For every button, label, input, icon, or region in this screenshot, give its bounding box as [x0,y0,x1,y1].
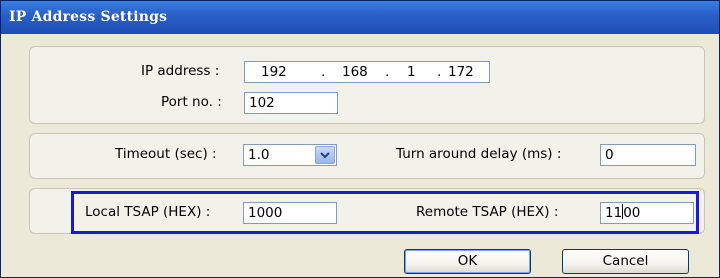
ip-dot-2: . [385,64,390,80]
remote-tsap-input[interactable]: 1100 [600,202,694,224]
turnaround-delay-input[interactable]: 0 [600,144,696,166]
timeout-dropdown-button[interactable] [315,146,335,164]
port-label: Port no. : [161,94,222,110]
ok-button[interactable]: OK [404,249,531,274]
title-bar[interactable]: IP Address Settings [1,1,719,34]
ip-address-label: IP address : [141,63,220,79]
remote-tsap-label: Remote TSAP (HEX) : [416,204,559,220]
port-input[interactable]: 102 [244,92,338,114]
remote-tsap-value-start: 11 [605,205,623,221]
local-tsap-label: Local TSAP (HEX) : [85,204,211,220]
timeout-label: Timeout (sec) : [115,146,217,162]
dialog-title: IP Address Settings [9,9,168,25]
ip-dot-1: . [321,64,326,80]
ip-octet-4[interactable]: 172 [448,62,474,82]
chevron-down-icon [320,152,330,159]
turnaround-delay-label: Turn around delay (ms) : [396,146,562,162]
timeout-value: 1.0 [248,147,270,163]
timeout-select[interactable]: 1.0 [243,144,337,166]
cancel-button[interactable]: Cancel [562,249,689,274]
ip-octet-3[interactable]: 1 [407,62,416,82]
ip-address-settings-dialog: IP Address Settings IP address : 192 . 1… [0,0,720,278]
ip-address-input[interactable]: 192 . 168 . 1 . 172 [244,61,490,83]
network-group [29,46,705,124]
ip-dot-3: . [437,64,442,80]
remote-tsap-value-end: 00 [623,205,641,221]
ip-octet-1[interactable]: 192 [261,62,287,82]
ip-octet-2[interactable]: 168 [342,62,368,82]
local-tsap-input[interactable]: 1000 [243,202,337,224]
